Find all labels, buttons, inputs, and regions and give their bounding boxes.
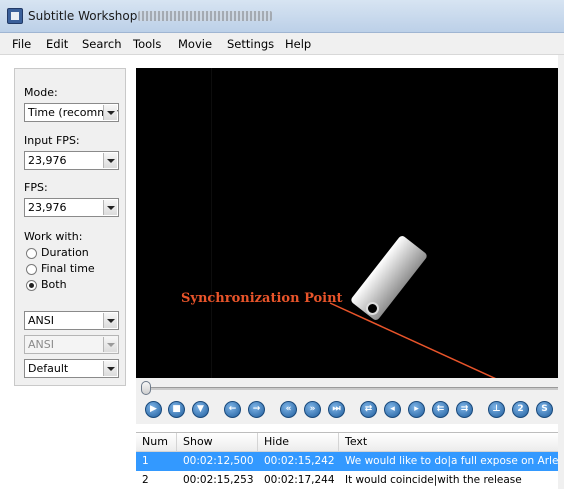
table-row[interactable]: 1 00:02:12,500 00:02:15,242 We would lik… <box>136 452 564 471</box>
annotation-label: Synchronization Point <box>181 291 343 306</box>
menu-bar: File Edit Search Tools Movie Settings He… <box>0 33 564 55</box>
cell-show: 00:02:15,253 <box>183 474 254 486</box>
skip-icon[interactable]: ⏭ <box>328 401 345 418</box>
subtitle-grid[interactable]: Num Show Hide Text 1 00:02:12,500 00:02:… <box>136 432 564 489</box>
radio-both[interactable] <box>26 280 37 291</box>
set-start-icon[interactable]: ◂ <box>384 401 401 418</box>
chevron-down-icon[interactable] <box>103 105 117 120</box>
title-bar: Subtitle Workshop <box>0 0 564 33</box>
encoding-select[interactable]: ANSI <box>24 311 119 330</box>
cell-text: It would coincide|with the release <box>345 474 522 486</box>
loop-icon[interactable]: ⇄ <box>360 401 377 418</box>
menu-file[interactable]: File <box>12 37 31 51</box>
style-value: Default <box>28 362 69 375</box>
col-hide[interactable]: Hide <box>258 433 339 452</box>
menu-movie[interactable]: Movie <box>178 37 212 51</box>
blurred-filename <box>138 11 272 21</box>
chevron-down-icon <box>103 337 117 352</box>
down-arrow-icon[interactable]: ▼ <box>192 401 209 418</box>
col-num[interactable]: Num <box>136 433 177 452</box>
next-subtitle-icon[interactable]: ⇉ <box>456 401 473 418</box>
cell-hide: 00:02:15,242 <box>264 455 335 467</box>
radio-duration-label: Duration <box>41 246 89 259</box>
sync-icon[interactable]: S <box>536 401 553 418</box>
window-edge <box>558 55 564 489</box>
video-divider <box>211 68 212 378</box>
prev-subtitle-icon[interactable]: ⇇ <box>432 401 449 418</box>
stop-icon[interactable]: ■ <box>168 401 185 418</box>
cell-text: We would like to do|a full expose on Arl… <box>345 455 564 467</box>
video-preview[interactable] <box>136 68 564 378</box>
mode-label: Mode: <box>24 86 58 99</box>
end-sync-icon[interactable]: 2 <box>512 401 529 418</box>
radio-final-time-label: Final time <box>41 262 95 275</box>
input-fps-value: 23,976 <box>28 154 67 167</box>
table-row[interactable]: 2 00:02:15,253 00:02:17,244 It would coi… <box>136 471 564 490</box>
chevron-down-icon[interactable] <box>103 313 117 328</box>
style-select[interactable]: Default <box>24 359 119 378</box>
encoding-value: ANSI <box>28 314 54 327</box>
radio-final-time[interactable] <box>26 264 37 275</box>
start-sync-icon[interactable]: ⊥ <box>488 401 505 418</box>
settings-panel: Mode: Time (recommen Input FPS: 23,976 F… <box>14 68 126 386</box>
radio-both-label: Both <box>41 278 67 291</box>
mode-select[interactable]: Time (recommen <box>24 103 119 122</box>
app-icon <box>7 8 23 24</box>
cell-hide: 00:02:17,244 <box>264 474 335 486</box>
seek-track <box>142 387 562 390</box>
cell-num: 2 <box>142 474 149 486</box>
work-with-label: Work with: <box>24 230 83 243</box>
forward-arrow-icon[interactable]: → <box>248 401 265 418</box>
encoding2-select: ANSI <box>24 335 119 354</box>
back-arrow-icon[interactable]: ← <box>224 401 241 418</box>
col-text[interactable]: Text <box>339 433 564 452</box>
menu-edit[interactable]: Edit <box>46 37 68 51</box>
encoding2-value: ANSI <box>28 338 54 351</box>
cell-num: 1 <box>142 455 149 467</box>
fps-select[interactable]: 23,976 <box>24 198 119 217</box>
rewind-icon[interactable]: « <box>280 401 297 418</box>
set-end-icon[interactable]: ▸ <box>408 401 425 418</box>
window-title: Subtitle Workshop <box>28 9 138 23</box>
chevron-down-icon[interactable] <box>103 361 117 376</box>
menu-help[interactable]: Help <box>285 37 311 51</box>
menu-search[interactable]: Search <box>82 37 122 51</box>
input-fps-label: Input FPS: <box>24 134 80 147</box>
seek-bar[interactable] <box>136 378 564 398</box>
chevron-down-icon[interactable] <box>103 200 117 215</box>
seek-thumb[interactable] <box>141 381 151 395</box>
cell-show: 00:02:12,500 <box>183 455 254 467</box>
menu-settings[interactable]: Settings <box>227 37 274 51</box>
pen-tip <box>366 302 379 315</box>
input-fps-select[interactable]: 23,976 <box>24 151 119 170</box>
fast-forward-icon[interactable]: » <box>304 401 321 418</box>
fps-value: 23,976 <box>28 201 67 214</box>
fps-label: FPS: <box>24 181 48 194</box>
playback-controls: ▶ ■ ▼ ← → « » ⏭ ⇄ ◂ ▸ ⇇ ⇉ ⊥ 2 S <box>136 398 564 424</box>
menu-tools[interactable]: Tools <box>133 37 161 51</box>
col-show[interactable]: Show <box>177 433 258 452</box>
chevron-down-icon[interactable] <box>103 153 117 168</box>
play-icon[interactable]: ▶ <box>145 401 162 418</box>
radio-duration[interactable] <box>26 248 37 259</box>
